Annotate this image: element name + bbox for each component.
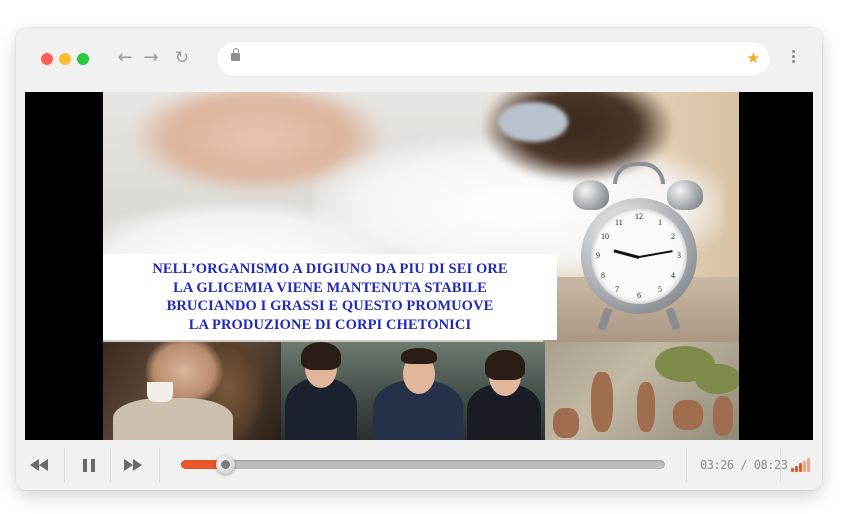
minimize-window-button[interactable] — [59, 53, 71, 65]
close-window-button[interactable] — [41, 53, 53, 65]
caption-line-4: LA PRODUZIONE DI CORPI CHETONICI — [188, 316, 472, 333]
reload-icon[interactable]: ↻ — [171, 47, 193, 69]
signal-bar — [791, 468, 794, 472]
rewind-icon[interactable] — [22, 440, 56, 490]
address-bar[interactable]: ★ — [217, 42, 770, 76]
maximize-window-button[interactable] — [77, 53, 89, 65]
time-display: 03:26 / 08:23 — [700, 458, 788, 472]
arrow-right-icon[interactable]: → — [140, 47, 162, 69]
caption-line-2: LA GLICEMIA VIENE MANTENUTA STABILE — [173, 279, 487, 296]
quality-signal-icon[interactable] — [791, 458, 811, 472]
pause-icon[interactable] — [74, 440, 104, 490]
arrow-left-icon[interactable]: ← — [114, 47, 136, 69]
video-player[interactable]: 12 3 6 9 1 2 4 5 7 8 10 11 NELL’ORGANISM… — [25, 92, 813, 440]
video-frame: 12 3 6 9 1 2 4 5 7 8 10 11 NELL’ORGANISM… — [103, 92, 739, 440]
player-controls: 03:26 / 08:23 — [16, 440, 822, 490]
kebab-menu-icon[interactable] — [786, 48, 800, 70]
seek-bar[interactable] — [181, 455, 665, 474]
caption-line-1: NELL’ORGANISMO A DIGIUNO DA PIU DI SEI O… — [152, 261, 508, 277]
caption-line-3: BRUCIANDO I GRASSI E QUESTO PROMUOVE — [166, 298, 494, 314]
signal-bar — [807, 458, 810, 472]
video-caption: NELL’ORGANISMO A DIGIUNO DA PIU DI SEI O… — [103, 254, 557, 340]
browser-toolbar: ← → ↻ ★ — [16, 28, 822, 92]
business-meeting-photo — [281, 342, 545, 440]
fast-forward-icon[interactable] — [116, 440, 150, 490]
star-icon[interactable]: ★ — [747, 49, 760, 67]
lock-icon — [231, 48, 240, 61]
signal-bar — [803, 460, 806, 472]
signal-bar — [799, 463, 802, 472]
coffee-woman-photo — [103, 342, 281, 440]
browser-window: ← → ↻ ★ 12 3 6 9 1 2 4 5 7 8 10 11 NELL’… — [16, 28, 822, 490]
seek-bar-handle[interactable] — [215, 455, 235, 474]
alarm-clock-image: 12 3 6 9 1 2 4 5 7 8 10 11 — [569, 158, 709, 338]
prehistoric-humans-illustration — [545, 342, 739, 440]
signal-bar — [795, 465, 798, 472]
